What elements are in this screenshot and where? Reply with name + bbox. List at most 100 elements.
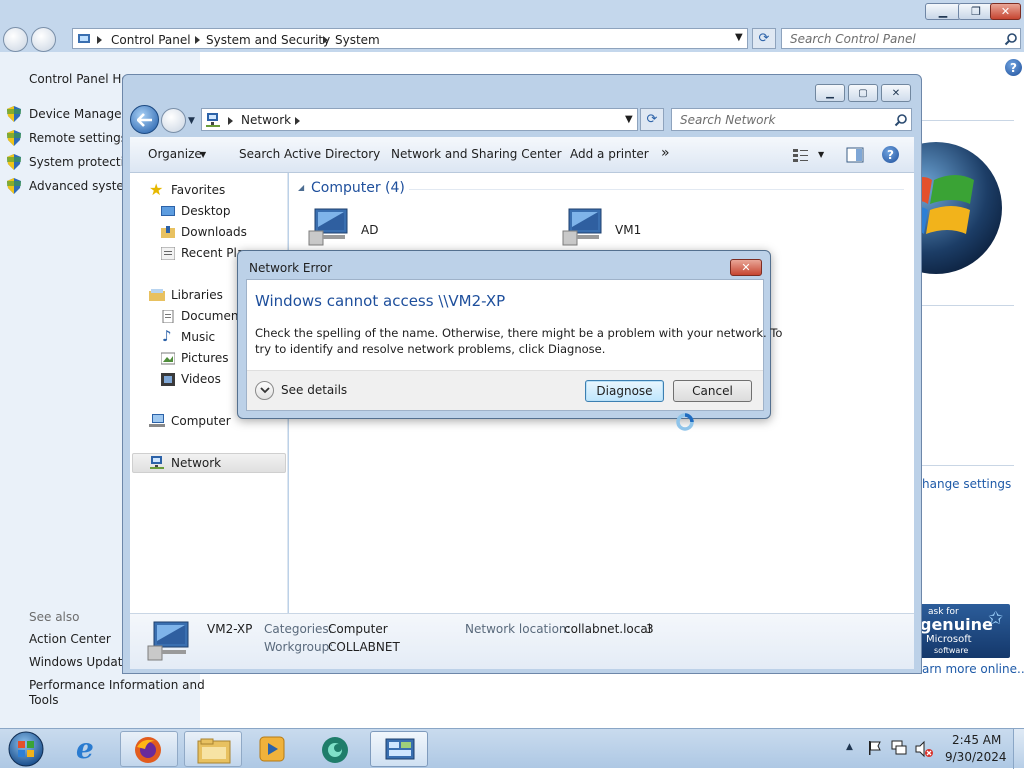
control-panel-address-bar[interactable]: Control Panel System and Security System…: [72, 28, 748, 49]
search-icon[interactable]: [1004, 32, 1018, 46]
taskbar-firefox[interactable]: [120, 731, 178, 767]
network-sharing-center-button[interactable]: Network and Sharing Center: [391, 147, 562, 161]
help-icon[interactable]: ?: [1005, 59, 1022, 76]
breadcrumb-arrow-icon: [195, 36, 200, 44]
categories-label: Categories:: [264, 622, 333, 636]
minimize-button[interactable]: ▁: [925, 3, 961, 20]
close-button[interactable]: ✕: [990, 3, 1021, 20]
remote-settings-link[interactable]: Remote settings: [29, 131, 127, 145]
action-center-link[interactable]: Action Center: [29, 632, 111, 646]
see-details-label[interactable]: See details: [281, 383, 347, 397]
dialog-close-button[interactable]: ✕: [730, 259, 762, 276]
downloads-folder-icon: [161, 226, 175, 238]
action-center-flag-icon[interactable]: [866, 740, 882, 756]
clock-time[interactable]: 2:45 AM: [952, 733, 1001, 747]
documents-icon: [162, 310, 174, 323]
performance-link-line2[interactable]: Tools: [29, 693, 59, 707]
computer-ad-icon[interactable]: [307, 207, 353, 247]
taskbar-internet-explorer[interactable]: e: [62, 731, 120, 767]
network-tray-icon[interactable]: [890, 740, 908, 756]
back-button[interactable]: [3, 27, 28, 52]
search-icon[interactable]: [894, 113, 908, 127]
taskbar-explorer[interactable]: [184, 731, 242, 767]
address-dropdown-icon[interactable]: ▼: [735, 32, 743, 43]
cancel-button[interactable]: Cancel: [673, 380, 752, 402]
chevron-down-icon: [260, 387, 270, 394]
view-dropdown-icon[interactable]: ▼: [818, 150, 824, 159]
breadcrumb-network[interactable]: Network: [241, 113, 291, 127]
refresh-button[interactable]: ⟳: [752, 28, 776, 49]
breadcrumb-arrow-icon: [97, 36, 102, 44]
nav-documents[interactable]: Document: [181, 309, 243, 323]
taskbar-control-panel[interactable]: [370, 731, 428, 767]
nav-network[interactable]: Network: [171, 456, 221, 470]
nav-recent-places[interactable]: Recent Pla: [181, 246, 244, 260]
add-printer-button[interactable]: Add a printer: [570, 147, 649, 161]
network-minimize-button[interactable]: ▁: [815, 84, 845, 102]
organize-menu[interactable]: Organize: [148, 147, 202, 161]
favorites-star-icon: ★: [149, 180, 164, 199]
computer-vm1-icon[interactable]: [561, 207, 607, 247]
control-panel-search-box[interactable]: Search Control Panel: [781, 28, 1021, 49]
volume-muted-icon[interactable]: [914, 740, 934, 758]
show-desktop-button[interactable]: [1013, 729, 1024, 769]
recent-pages-dropdown-icon[interactable]: ▼: [188, 116, 195, 126]
close-icon: ✕: [1000, 5, 1011, 18]
network-close-button[interactable]: ✕: [881, 84, 911, 102]
collapse-group-icon[interactable]: ◢: [298, 183, 304, 192]
computer-group-header[interactable]: Computer (4): [311, 180, 405, 196]
media-player-icon: [259, 736, 285, 762]
breadcrumb-system[interactable]: System: [335, 33, 380, 47]
network-search-box[interactable]: Search Network: [671, 108, 912, 131]
nav-computer[interactable]: Computer: [171, 414, 231, 428]
preview-pane-icon[interactable]: [846, 147, 864, 163]
more-commands-button[interactable]: »: [661, 145, 670, 161]
breadcrumb-control-panel[interactable]: Control Panel: [111, 33, 191, 47]
forward-button[interactable]: [31, 27, 56, 52]
nav-music[interactable]: Music: [181, 330, 215, 344]
computer-ad-label[interactable]: AD: [361, 223, 378, 237]
genuine-microsoft-badge[interactable]: ask for genuine Microsoft software ✩: [916, 604, 1010, 658]
workgroup-value: COLLABNET: [328, 640, 400, 654]
maximize-button[interactable]: ❐: [958, 3, 994, 20]
dialog-button-bar: See details Diagnose Cancel: [247, 370, 763, 410]
nav-desktop[interactable]: Desktop: [181, 204, 231, 218]
music-icon: ♪: [162, 327, 172, 345]
network-maximize-button[interactable]: ▢: [848, 84, 878, 102]
nav-libraries[interactable]: Libraries: [171, 288, 223, 302]
taskbar-app[interactable]: [306, 731, 364, 767]
network-refresh-button[interactable]: ⟳: [640, 108, 664, 131]
shield-icon: [7, 178, 21, 194]
nav-videos[interactable]: Videos: [181, 372, 221, 386]
see-also-heading: See also: [29, 610, 80, 624]
network-address-bar[interactable]: Network ▼: [201, 108, 638, 131]
start-button[interactable]: [6, 730, 46, 768]
taskbar-media-player[interactable]: [244, 731, 302, 767]
change-settings-link[interactable]: hange settings: [922, 477, 1011, 491]
shield-icon: [7, 154, 21, 170]
computer-vm1-label[interactable]: VM1: [615, 223, 641, 237]
diagnose-button[interactable]: Diagnose: [585, 380, 664, 402]
busy-cursor-icon: [676, 413, 694, 431]
help-icon[interactable]: ?: [882, 146, 899, 163]
nav-pictures[interactable]: Pictures: [181, 351, 229, 365]
see-details-toggle[interactable]: [255, 381, 274, 400]
advanced-system-link[interactable]: Advanced system: [29, 179, 135, 193]
network-forward-button[interactable]: [161, 108, 186, 133]
clock-date[interactable]: 9/30/2024: [945, 750, 1007, 764]
performance-link-line1[interactable]: Performance Information and: [29, 678, 205, 692]
nav-favorites[interactable]: Favorites: [171, 183, 225, 197]
breadcrumb-system-security[interactable]: System and Security: [206, 33, 330, 47]
pictures-icon: [161, 352, 175, 365]
windows-update-link[interactable]: Windows Update: [29, 655, 130, 669]
organize-dropdown-icon[interactable]: ▼: [200, 150, 206, 159]
learn-more-link[interactable]: arn more online...: [922, 662, 1024, 676]
libraries-icon: [149, 289, 165, 301]
view-options-icon[interactable]: [792, 147, 810, 163]
network-back-button[interactable]: [130, 105, 159, 134]
show-hidden-icons-button[interactable]: ▲: [846, 742, 853, 752]
device-manager-link[interactable]: Device Manager: [29, 107, 126, 121]
nav-downloads[interactable]: Downloads: [181, 225, 247, 239]
address-dropdown-icon[interactable]: ▼: [625, 114, 633, 125]
search-active-directory-button[interactable]: Search Active Directory: [239, 147, 380, 161]
